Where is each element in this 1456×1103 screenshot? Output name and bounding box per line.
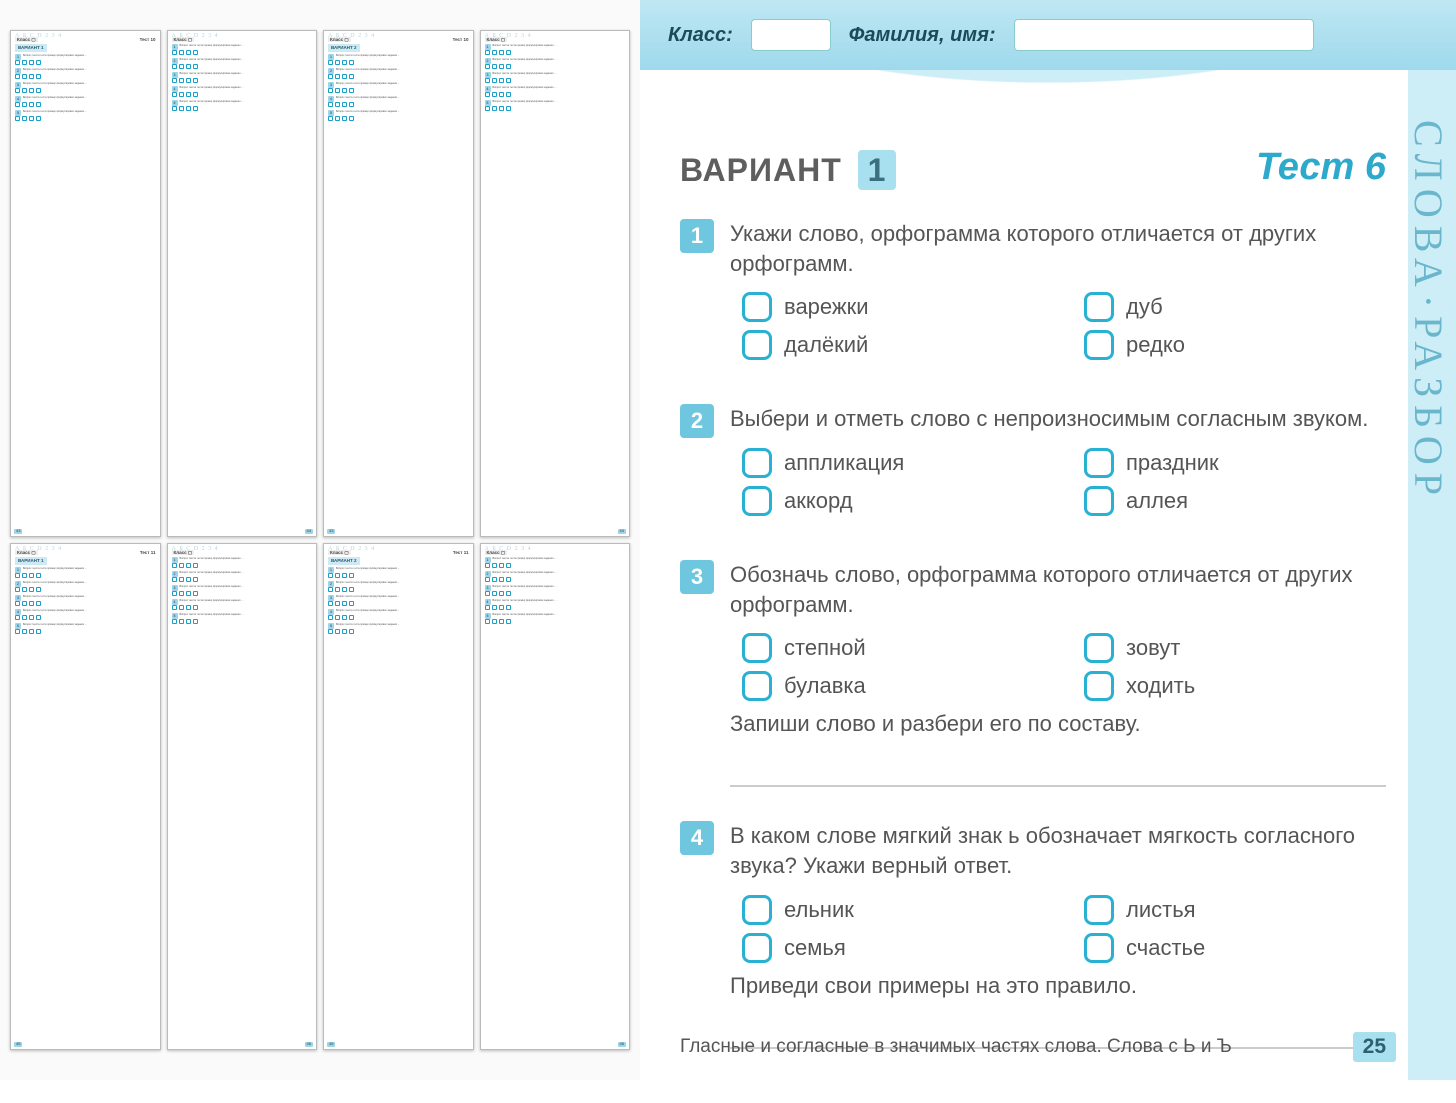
- option-label: варежки: [784, 294, 869, 320]
- variant-word: ВАРИАНТ: [680, 152, 842, 188]
- header-band: Класс: Фамилия, имя:: [640, 0, 1456, 70]
- page-body: ВАРИАНТ 1 Тест 6 1 Укажи слово, орфограм…: [640, 130, 1456, 1103]
- option-label: аккорд: [784, 488, 853, 514]
- question-text: Укажи слово, орфограмма которого отличае…: [730, 219, 1386, 278]
- sub-instruction: Запиши слово и разбери его по составу.: [730, 711, 1386, 737]
- checkbox-icon[interactable]: [742, 330, 772, 360]
- option-label: аппликация: [784, 450, 904, 476]
- question-text: Выбери и отметь слово с непроизносимым с…: [730, 404, 1386, 434]
- thumbnail-grid: А Б С D 2 3 4Класс ▢Тест 10ВАРИАНТ 11Воп…: [0, 0, 640, 1080]
- thumbnail[interactable]: А Б С D 2 3 4Класс ▢1Вопрос текста теста…: [167, 30, 318, 537]
- question: 4 В каком слове мягкий знак ь обозначает…: [680, 821, 1386, 1048]
- answer-option[interactable]: ельник: [742, 895, 1044, 925]
- option-label: редко: [1126, 332, 1185, 358]
- answer-option[interactable]: далёкий: [742, 330, 1044, 360]
- option-label: праздник: [1126, 450, 1219, 476]
- question: 3 Обозначь слово, орфограмма которого от…: [680, 560, 1386, 787]
- klass-label: Класс:: [668, 24, 733, 47]
- thumbnail[interactable]: А Б С D 2 3 4Класс ▢Тест 11ВАРИАНТ 21Воп…: [323, 543, 474, 1050]
- checkbox-icon[interactable]: [742, 486, 772, 516]
- answer-option[interactable]: счастье: [1084, 933, 1386, 963]
- question: 2 Выбери и отметь слово с непроизносимым…: [680, 404, 1386, 526]
- thumbnail[interactable]: А Б С D 2 3 4Класс ▢Тест 10ВАРИАНТ 21Воп…: [323, 30, 474, 537]
- checkbox-icon[interactable]: [1084, 633, 1114, 663]
- checkbox-icon[interactable]: [742, 933, 772, 963]
- answer-option[interactable]: дуб: [1084, 292, 1386, 322]
- option-label: семья: [784, 935, 846, 961]
- variant-label: ВАРИАНТ 1: [680, 152, 896, 189]
- thumbnail[interactable]: А Б С D 2 3 4Класс ▢1Вопрос текста теста…: [480, 30, 631, 537]
- option-label: булавка: [784, 673, 866, 699]
- question-number: 4: [680, 821, 714, 855]
- question-number: 2: [680, 404, 714, 438]
- checkbox-icon[interactable]: [742, 895, 772, 925]
- answer-option[interactable]: листья: [1084, 895, 1386, 925]
- header-wave: [640, 70, 1456, 130]
- page-number: 25: [1353, 1032, 1396, 1062]
- option-label: счастье: [1126, 935, 1205, 961]
- answer-option[interactable]: редко: [1084, 330, 1386, 360]
- answer-option[interactable]: праздник: [1084, 448, 1386, 478]
- option-label: зовут: [1126, 635, 1180, 661]
- checkbox-icon[interactable]: [742, 292, 772, 322]
- answer-option[interactable]: степной: [742, 633, 1044, 663]
- checkbox-icon[interactable]: [1084, 292, 1114, 322]
- question-text: В каком слове мягкий знак ь обозначает м…: [730, 821, 1386, 880]
- option-label: листья: [1126, 897, 1196, 923]
- sub-instruction: Приведи свои примеры на это правило.: [730, 973, 1386, 999]
- option-label: ельник: [784, 897, 854, 923]
- write-line[interactable]: [730, 747, 1386, 787]
- thumbnail[interactable]: А Б С D 2 3 4Класс ▢1Вопрос текста теста…: [167, 543, 318, 1050]
- answer-option[interactable]: аппликация: [742, 448, 1044, 478]
- checkbox-icon[interactable]: [1084, 933, 1114, 963]
- question: 1 Укажи слово, орфограмма которого отлич…: [680, 219, 1386, 370]
- klass-field[interactable]: [751, 19, 831, 51]
- checkbox-icon[interactable]: [1084, 895, 1114, 925]
- checkbox-icon[interactable]: [742, 448, 772, 478]
- checkbox-icon[interactable]: [1084, 671, 1114, 701]
- answer-option[interactable]: варежки: [742, 292, 1044, 322]
- thumbnail[interactable]: А Б С D 2 3 4Класс ▢Тест 10ВАРИАНТ 11Воп…: [10, 30, 161, 537]
- checkbox-icon[interactable]: [742, 633, 772, 663]
- thumbnail[interactable]: А Б С D 2 3 4Класс ▢1Вопрос текста теста…: [480, 543, 631, 1050]
- question-number: 1: [680, 219, 714, 253]
- variant-num: 1: [858, 150, 897, 190]
- test-label: Тест 6: [1256, 146, 1386, 189]
- question-number: 3: [680, 560, 714, 594]
- answer-option[interactable]: булавка: [742, 671, 1044, 701]
- option-label: степной: [784, 635, 866, 661]
- answer-option[interactable]: аккорд: [742, 486, 1044, 516]
- title-row: ВАРИАНТ 1 Тест 6: [680, 146, 1386, 189]
- option-label: аллея: [1126, 488, 1188, 514]
- margin-doodle: СЛОВА·РАЗБОР: [1405, 120, 1452, 503]
- answer-option[interactable]: зовут: [1084, 633, 1386, 663]
- checkbox-icon[interactable]: [1084, 486, 1114, 516]
- checkbox-icon[interactable]: [742, 671, 772, 701]
- question-text: Обозначь слово, орфограмма которого отли…: [730, 560, 1386, 619]
- option-label: ходить: [1126, 673, 1195, 699]
- option-label: далёкий: [784, 332, 868, 358]
- answer-option[interactable]: семья: [742, 933, 1044, 963]
- name-label: Фамилия, имя:: [849, 24, 996, 47]
- footer-topic: Гласные и согласные в значимых частях сл…: [680, 1036, 1232, 1058]
- option-label: дуб: [1126, 294, 1163, 320]
- checkbox-icon[interactable]: [1084, 330, 1114, 360]
- thumbnail[interactable]: А Б С D 2 3 4Класс ▢Тест 11ВАРИАНТ 11Воп…: [10, 543, 161, 1050]
- checkbox-icon[interactable]: [1084, 448, 1114, 478]
- worksheet-page: Класс: Фамилия, имя: СЛОВА·РАЗБОР ВАРИАН…: [640, 0, 1456, 1080]
- answer-option[interactable]: ходить: [1084, 671, 1386, 701]
- name-field[interactable]: [1014, 19, 1314, 51]
- answer-option[interactable]: аллея: [1084, 486, 1386, 516]
- page-footer: Гласные и согласные в значимых частях сл…: [680, 1032, 1396, 1062]
